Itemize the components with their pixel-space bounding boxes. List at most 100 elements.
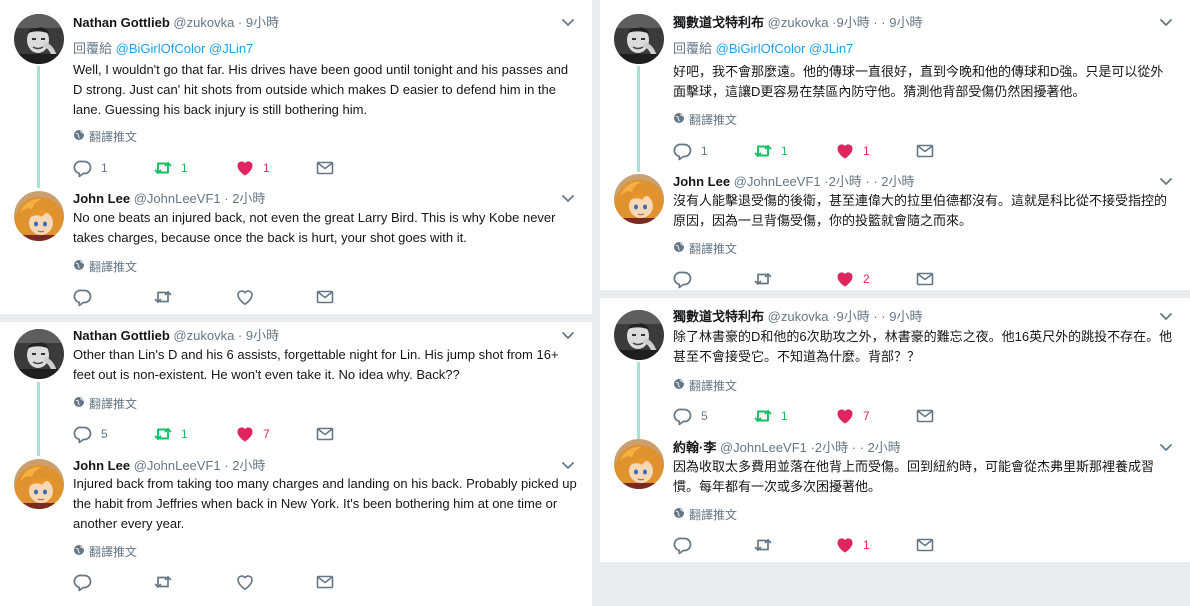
translate-link[interactable]: 翻譯推文 bbox=[73, 128, 137, 145]
author-handle[interactable]: @JohnLeeVF1 bbox=[734, 174, 821, 189]
reply-button[interactable] bbox=[73, 572, 101, 592]
reply-button[interactable] bbox=[673, 269, 701, 289]
direct-message-button[interactable] bbox=[915, 535, 935, 555]
like-button[interactable]: 1 bbox=[235, 158, 270, 178]
reply-button[interactable]: 5 bbox=[673, 406, 708, 426]
translate-link[interactable]: 翻譯推文 bbox=[673, 377, 737, 394]
like-button[interactable]: 7 bbox=[235, 424, 270, 444]
direct-message-button[interactable] bbox=[315, 424, 335, 444]
like-button[interactable] bbox=[235, 572, 263, 592]
author-handle[interactable]: @JohnLeeVF1 bbox=[134, 458, 221, 473]
retweet-button[interactable]: 1 bbox=[153, 424, 188, 444]
avatar[interactable] bbox=[14, 329, 64, 379]
avatar[interactable] bbox=[614, 439, 664, 489]
translate-link[interactable]: 翻譯推文 bbox=[673, 240, 737, 257]
author-name[interactable]: 獨數道戈特利布 bbox=[673, 309, 764, 324]
author-name[interactable]: 約翰·李 bbox=[673, 440, 716, 455]
avatar[interactable] bbox=[614, 174, 664, 224]
retweet-button[interactable] bbox=[753, 535, 781, 555]
timestamp[interactable]: ·2小時 · · 2小時 bbox=[824, 174, 914, 189]
author-name[interactable]: John Lee bbox=[673, 174, 730, 189]
chevron-down-icon[interactable] bbox=[560, 190, 576, 206]
tweet-header: 獨數道戈特利布 @zukovka ·9小時 · · 9小時 bbox=[673, 306, 1150, 324]
conversation-divider bbox=[0, 314, 592, 322]
tweet-text: 好吧，我不會那麼遠。他的傳球一直很好，直到今晚和他的傳球和D強。只是可以從外面擊… bbox=[673, 64, 1164, 99]
avatar[interactable] bbox=[14, 14, 64, 64]
direct-message-button[interactable] bbox=[915, 141, 935, 161]
retweet-button[interactable] bbox=[153, 287, 181, 307]
reply-icon bbox=[673, 141, 693, 161]
direct-message-button[interactable] bbox=[915, 269, 935, 289]
chevron-down-icon[interactable] bbox=[560, 457, 576, 473]
translate-link[interactable]: 翻譯推文 bbox=[73, 543, 137, 560]
translate-link[interactable]: 翻譯推文 bbox=[673, 111, 737, 128]
direct-message-button[interactable] bbox=[315, 158, 335, 178]
like-count: 2 bbox=[863, 272, 870, 286]
translate-link[interactable]: 翻譯推文 bbox=[673, 506, 737, 523]
translate-link[interactable]: 翻譯推文 bbox=[73, 395, 137, 412]
author-handle[interactable]: @zukovka bbox=[768, 309, 829, 324]
timestamp[interactable]: ·9小時 · · 9小時 bbox=[832, 309, 922, 324]
reply-mentions[interactable]: @BiGirlOfColor @JLin7 bbox=[116, 41, 254, 56]
chevron-down-icon[interactable] bbox=[1158, 173, 1174, 189]
tweet-header: 獨數道戈特利布 @zukovka ·9小時 · · 9小時 bbox=[673, 12, 1150, 30]
author-handle[interactable]: @zukovka bbox=[173, 15, 234, 30]
reply-mentions[interactable]: @BiGirlOfColor @JLin7 bbox=[716, 41, 854, 56]
author-handle[interactable]: @zukovka bbox=[173, 328, 234, 343]
reply-button[interactable]: 1 bbox=[673, 141, 708, 161]
author-handle[interactable]: @zukovka bbox=[768, 15, 829, 30]
tweet-text: Other than Lin's D and his 6 assists, fo… bbox=[73, 347, 559, 382]
retweet-button[interactable] bbox=[753, 269, 781, 289]
timestamp[interactable]: · 2小時 bbox=[224, 191, 265, 206]
chevron-down-icon[interactable] bbox=[560, 327, 576, 343]
reply-button[interactable]: 1 bbox=[73, 158, 108, 178]
reply-button[interactable] bbox=[73, 287, 101, 307]
reply-icon bbox=[73, 572, 93, 592]
reply-count: 5 bbox=[101, 427, 108, 441]
like-button[interactable]: 7 bbox=[835, 406, 870, 426]
direct-message-button[interactable] bbox=[315, 287, 335, 307]
reply-button[interactable]: 5 bbox=[73, 424, 108, 444]
avatar[interactable] bbox=[14, 459, 64, 509]
like-button[interactable]: 2 bbox=[835, 269, 870, 289]
chevron-down-icon[interactable] bbox=[1158, 439, 1174, 455]
retweet-button[interactable]: 1 bbox=[753, 406, 788, 426]
author-name[interactable]: 獨數道戈特利布 bbox=[673, 15, 764, 30]
chevron-down-icon[interactable] bbox=[1158, 308, 1174, 324]
direct-message-button[interactable] bbox=[915, 406, 935, 426]
author-handle[interactable]: @JohnLeeVF1 bbox=[720, 440, 807, 455]
timestamp[interactable]: · 9小時 bbox=[238, 15, 279, 30]
chevron-down-icon[interactable] bbox=[1158, 14, 1174, 30]
timestamp[interactable]: · 9小時 bbox=[238, 328, 279, 343]
author-name[interactable]: John Lee bbox=[73, 458, 130, 473]
like-button[interactable]: 1 bbox=[835, 535, 870, 555]
author-handle[interactable]: @JohnLeeVF1 bbox=[134, 191, 221, 206]
translate-label: 翻譯推文 bbox=[689, 379, 738, 393]
avatar[interactable] bbox=[14, 191, 64, 241]
retweet-button[interactable] bbox=[153, 572, 181, 592]
translate-link[interactable]: 翻譯推文 bbox=[73, 258, 137, 275]
avatar-photo-icon bbox=[14, 329, 64, 379]
retweet-count: 1 bbox=[181, 427, 188, 441]
thread-line bbox=[37, 66, 40, 188]
timestamp[interactable]: ·9小時 · · 9小時 bbox=[832, 15, 922, 30]
author-name[interactable]: John Lee bbox=[73, 191, 130, 206]
reply-button[interactable] bbox=[673, 535, 701, 555]
mail-icon bbox=[915, 141, 935, 161]
avatar[interactable] bbox=[614, 310, 664, 360]
reply-icon bbox=[73, 287, 93, 307]
retweet-button[interactable]: 1 bbox=[753, 141, 788, 161]
avatar-anime-icon bbox=[614, 174, 664, 224]
avatar[interactable] bbox=[614, 14, 664, 64]
retweet-icon bbox=[153, 424, 173, 444]
timestamp[interactable]: · 2小時 bbox=[224, 458, 265, 473]
author-name[interactable]: Nathan Gottlieb bbox=[73, 328, 170, 343]
thread-line bbox=[637, 66, 640, 172]
direct-message-button[interactable] bbox=[315, 572, 335, 592]
timestamp[interactable]: ·2小時 · · 2小時 bbox=[811, 440, 901, 455]
chevron-down-icon[interactable] bbox=[560, 14, 576, 30]
author-name[interactable]: Nathan Gottlieb bbox=[73, 15, 170, 30]
like-button[interactable] bbox=[235, 287, 263, 307]
retweet-button[interactable]: 1 bbox=[153, 158, 188, 178]
like-button[interactable]: 1 bbox=[835, 141, 870, 161]
